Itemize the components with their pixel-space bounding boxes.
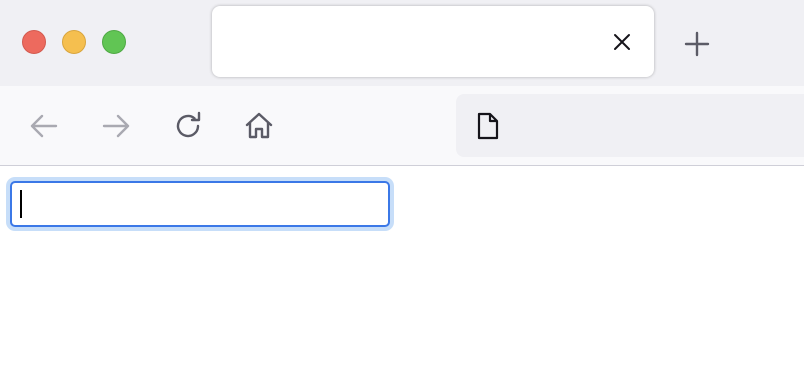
document-icon: [477, 112, 499, 140]
new-tab-button[interactable]: [680, 27, 714, 61]
forward-button[interactable]: [98, 108, 134, 144]
window-minimize-button[interactable]: [62, 30, 86, 54]
active-tab[interactable]: [212, 6, 654, 77]
page-content: [0, 166, 804, 388]
tab-strip: [0, 0, 804, 86]
arrow-left-icon: [30, 114, 58, 138]
browser-window: [0, 0, 804, 388]
reload-icon: [176, 111, 201, 138]
close-icon: [614, 34, 630, 50]
page-info-button[interactable]: [474, 112, 502, 140]
home-icon: [245, 112, 273, 139]
plus-icon: [684, 31, 710, 57]
window-maximize-button[interactable]: [102, 30, 126, 54]
back-button[interactable]: [26, 108, 62, 144]
tab-close-button[interactable]: [608, 28, 636, 56]
text-input[interactable]: [10, 181, 390, 227]
window-close-button[interactable]: [22, 30, 46, 54]
home-button[interactable]: [241, 108, 277, 144]
navigation-toolbar: [0, 86, 804, 166]
arrow-right-icon: [102, 114, 130, 138]
address-bar[interactable]: [456, 94, 804, 157]
reload-button[interactable]: [170, 108, 206, 144]
text-caret: [20, 190, 22, 218]
